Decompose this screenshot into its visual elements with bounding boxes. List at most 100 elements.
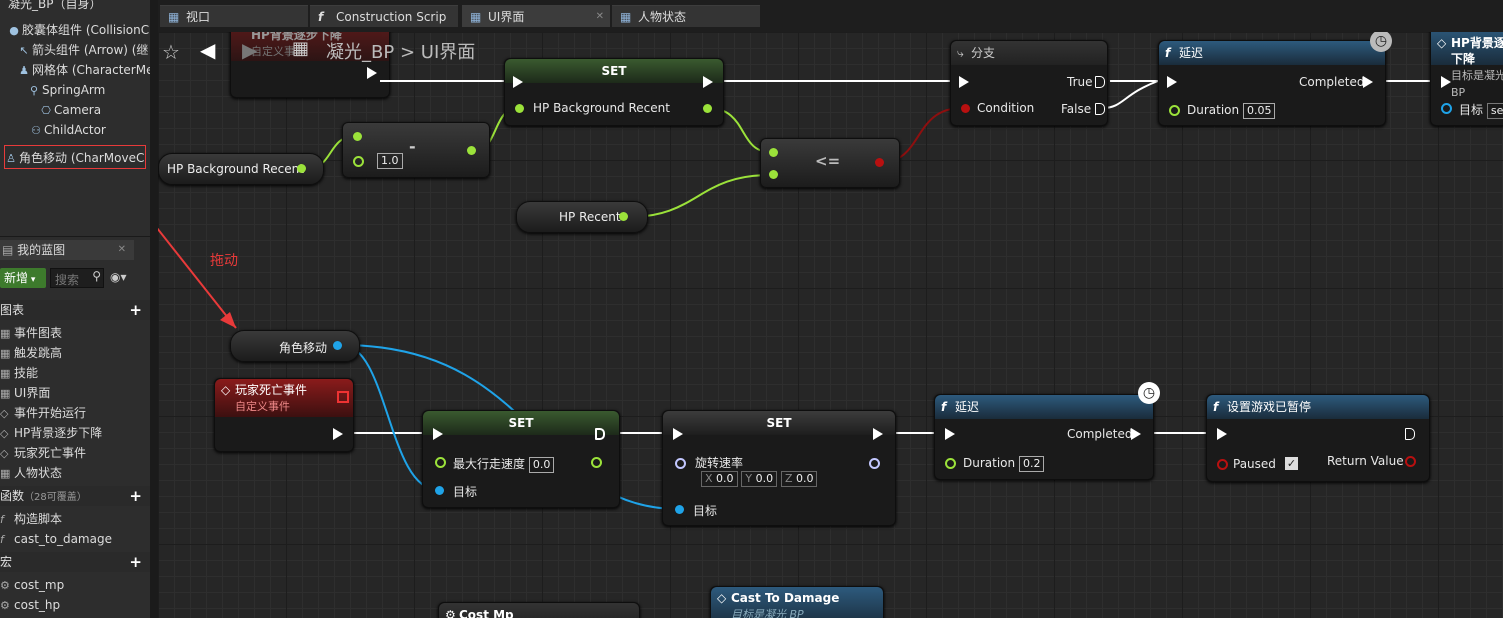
exec-out-pin[interactable] (595, 428, 605, 440)
node-branch[interactable]: ⤷ 分支 True Condition False (950, 40, 1108, 126)
object-in-pin[interactable] (1441, 103, 1452, 114)
exec-out-pin[interactable] (333, 428, 343, 440)
vector-in-pin[interactable] (675, 458, 686, 469)
float-out-pin[interactable] (703, 104, 712, 113)
var-hp-background-recent[interactable]: HP Background Recent (158, 153, 324, 185)
exec-completed-pin[interactable] (1363, 76, 1373, 88)
node-player-death-event[interactable]: ◇ 玩家死亡事件 自定义事件 (214, 378, 354, 452)
exec-in-pin[interactable] (945, 428, 955, 440)
close-icon[interactable]: ✕ (118, 240, 126, 260)
max-walk-speed-field[interactable]: 0.0 (528, 457, 555, 473)
node-subtract[interactable]: 1.0 - (342, 122, 490, 178)
event-item[interactable]: ◇ 玩家死亡事件 (0, 443, 86, 463)
node-set-hp-bg[interactable]: SET HP Background Recent (504, 58, 724, 126)
float-out-pin[interactable] (467, 146, 476, 155)
bool-out-pin[interactable] (1405, 456, 1416, 467)
tab-construction-script[interactable]: f Construction Scrip (310, 5, 458, 27)
bool-in-pin[interactable] (961, 104, 970, 113)
exec-false-pin[interactable] (1095, 103, 1105, 115)
function-item[interactable]: f 构造脚本 (0, 509, 62, 529)
component-arrow[interactable]: ↖ 箭头组件 (Arrow) (继 (18, 40, 148, 60)
bool-out-pin[interactable] (875, 158, 884, 167)
add-macro-icon[interactable]: + (129, 552, 142, 572)
graph-item[interactable]: ▦ 技能 (0, 363, 38, 383)
macro-item[interactable]: ⚙ cost_hp (0, 595, 60, 615)
paused-checkbox[interactable]: ✓ (1285, 457, 1298, 470)
graph-item[interactable]: ▦ 人物状态 (0, 463, 62, 483)
graph-item[interactable]: ▦ 触发跳高 (0, 343, 62, 363)
object-out-pin[interactable] (333, 341, 342, 350)
exec-in-pin[interactable] (513, 76, 523, 88)
var-character-movement[interactable]: 角色移动 (230, 330, 360, 362)
exec-in-pin[interactable] (1441, 76, 1451, 88)
tab-character-status[interactable]: ▦ 人物状态 (612, 5, 760, 27)
float-in-pin[interactable] (769, 148, 778, 157)
vector-out-pin[interactable] (869, 458, 880, 469)
exec-true-pin[interactable] (1095, 76, 1105, 88)
node-cost-mp[interactable]: ⚙ Cost Mp (438, 602, 640, 618)
macro-item[interactable]: ⚙ cost_mp (0, 575, 64, 595)
exec-out-pin[interactable] (367, 67, 377, 79)
component-capsule[interactable]: ● 胶囊体组件 (CollisionC (8, 20, 149, 40)
float-in-pin[interactable] (769, 170, 778, 179)
back-arrow-icon[interactable]: ◀ (200, 38, 215, 62)
float-in-pin[interactable] (353, 156, 364, 167)
macros-section-header[interactable]: 宏 + (0, 552, 150, 572)
eye-icon[interactable]: ◉▾ (110, 270, 127, 284)
graphs-section-header[interactable]: 图表 + (0, 300, 150, 320)
node-less-equal[interactable]: <= (760, 138, 900, 188)
exec-in-pin[interactable] (959, 76, 969, 88)
event-item[interactable]: ◇ 事件开始运行 (0, 403, 86, 423)
component-springarm[interactable]: ⚲ SpringArm (28, 80, 105, 100)
float-out-pin[interactable] (591, 457, 602, 468)
component-childactor[interactable]: ⚇ ChildActor (30, 120, 106, 140)
bool-in-pin[interactable] (1217, 459, 1228, 470)
duration-field[interactable]: 0.05 (1242, 103, 1276, 119)
add-graph-icon[interactable]: + (129, 300, 142, 320)
graph-item[interactable]: ▦ 事件图表 (0, 323, 62, 343)
float-out-pin[interactable] (297, 164, 306, 173)
exec-out-pin[interactable] (873, 428, 883, 440)
exec-in-pin[interactable] (1217, 428, 1227, 440)
exec-out-pin[interactable] (1405, 428, 1415, 440)
add-new-button[interactable]: 新增 ▾ (0, 268, 46, 288)
graph-item[interactable]: ▦ UI界面 (0, 383, 50, 403)
tab-viewport[interactable]: ▦ 视口 (160, 5, 308, 27)
var-hp-recent[interactable]: HP Recent (516, 201, 648, 233)
float-out-pin[interactable] (619, 212, 628, 221)
node-delay-2[interactable]: f 延迟 Completed Duration 0.2 (934, 394, 1154, 480)
exec-in-pin[interactable] (433, 428, 443, 440)
close-tab-icon[interactable]: ✕ (596, 6, 604, 28)
node-set-max-walk-speed[interactable]: SET 最大行走速度 0.0 目标 (422, 410, 620, 508)
component-mesh[interactable]: ♟ 网格体 (CharacterMe (18, 60, 150, 80)
node-hp-bg-call[interactable]: ◇HP背景逐步下降目标是凝光 BP 目标 se (1430, 32, 1503, 126)
panel-splitter[interactable] (150, 0, 158, 618)
exec-in-pin[interactable] (673, 428, 683, 440)
value-field[interactable]: 1.0 (377, 153, 403, 169)
float-in-pin[interactable] (1169, 105, 1180, 116)
functions-section-header[interactable]: 函数（28可覆盖） + (0, 486, 150, 506)
favorite-star-icon[interactable]: ☆ (162, 40, 180, 64)
add-function-icon[interactable]: + (129, 486, 142, 506)
object-in-pin[interactable] (435, 486, 444, 495)
object-in-pin[interactable] (675, 505, 684, 514)
search-input[interactable]: 搜索 ⚲ (50, 268, 104, 288)
float-in-pin[interactable] (353, 132, 362, 141)
tab-myblueprint[interactable]: ▤ 我的蓝图 ✕ (0, 240, 134, 260)
event-item[interactable]: ◇ HP背景逐步下降 (0, 423, 102, 443)
exec-in-pin[interactable] (1167, 76, 1177, 88)
tab-ui[interactable]: ▦ UI界面 ✕ (462, 5, 610, 27)
node-set-rotation-rate[interactable]: SET 旋转速率 X 0.0 Y 0.0 Z 0.0 目标 (662, 410, 896, 526)
exec-completed-pin[interactable] (1131, 428, 1141, 440)
node-cast-to-damage[interactable]: ◇ Cast To Damage 目标是凝光 BP (710, 586, 884, 618)
node-set-game-paused[interactable]: f 设置游戏已暂停 Paused ✓ Return Value (1206, 394, 1430, 482)
float-in-pin[interactable] (435, 457, 446, 468)
component-charmove[interactable]: ♙ 角色移动 (CharMoveCo (4, 145, 146, 169)
exec-out-pin[interactable] (703, 76, 713, 88)
graph-canvas[interactable]: HP背景逐步下降 自定义事件 ☆ ◀ ▶ ▦ 凝光_BP > UI界面 SET … (158, 32, 1503, 618)
float-in-pin[interactable] (515, 104, 524, 113)
forward-arrow-icon[interactable]: ▶ (242, 38, 257, 62)
node-delay-1[interactable]: f 延迟 Completed Duration 0.05 (1158, 40, 1386, 126)
function-item[interactable]: f cast_to_damage (0, 529, 112, 549)
component-camera[interactable]: ⎔ Camera (40, 100, 101, 120)
